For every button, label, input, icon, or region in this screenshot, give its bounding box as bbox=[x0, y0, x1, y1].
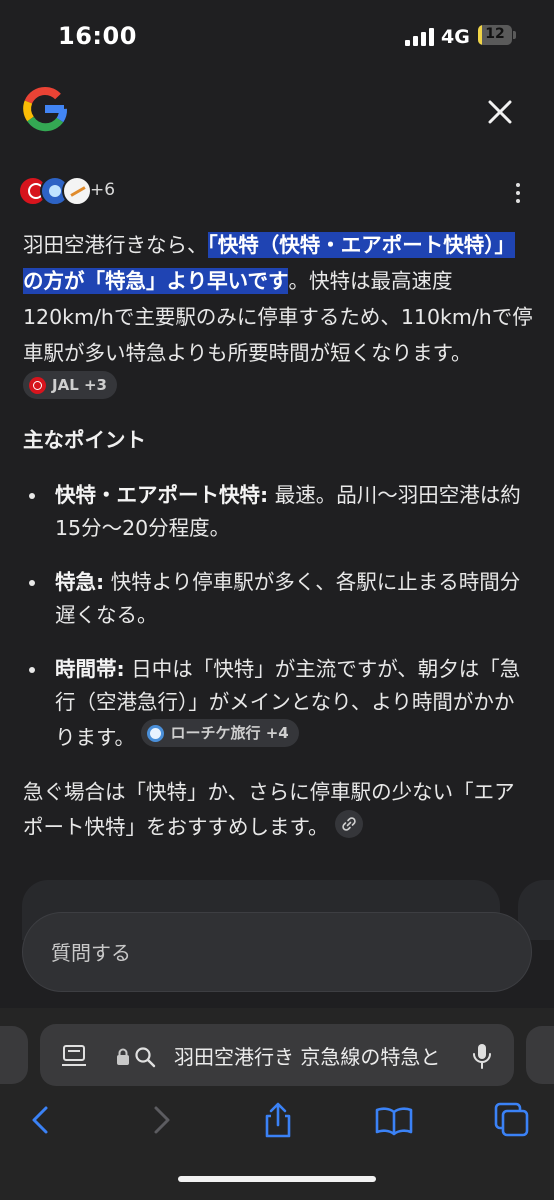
sources-more-count: +6 bbox=[90, 180, 116, 200]
tabs-icon bbox=[494, 1102, 529, 1137]
citation-label: JAL +3 bbox=[52, 376, 107, 394]
battery-level: 12 bbox=[485, 26, 505, 42]
closing-text: 急ぐ場合は「快特」か、さらに停車駅の少ない「エアポート快特」をおすすめします。 bbox=[23, 780, 515, 839]
list-item: 時間帯: 日中は「快特」が主流ですが、朝夕は「急行（空港急行）」がメインとなり、… bbox=[23, 653, 533, 755]
point-label: 特急: bbox=[55, 570, 105, 594]
forward-icon bbox=[154, 1106, 170, 1134]
link-icon bbox=[342, 817, 356, 831]
network-label: 4G bbox=[441, 26, 470, 48]
link-chip[interactable] bbox=[334, 810, 363, 838]
citation-chip-rochike[interactable]: ローチケ旅行 +4 bbox=[141, 719, 299, 747]
address-bar[interactable]: 羽田空港行き 京急線の特急と bbox=[40, 1024, 514, 1086]
citation-label: ローチケ旅行 +4 bbox=[170, 724, 289, 742]
citation-chip-jal[interactable]: JAL +3 bbox=[23, 371, 117, 399]
battery-tip bbox=[513, 31, 516, 39]
point-label: 快特・エアポート快特: bbox=[55, 483, 269, 507]
battery-icon: 12 bbox=[478, 25, 512, 45]
mic-icon[interactable] bbox=[472, 1042, 492, 1070]
point-label: 時間帯: bbox=[55, 657, 125, 681]
next-tab[interactable] bbox=[526, 1026, 554, 1084]
back-button[interactable] bbox=[22, 1100, 62, 1140]
more-vert-icon[interactable] bbox=[506, 180, 530, 206]
close-button[interactable] bbox=[480, 92, 520, 132]
address-text: 羽田空港行き 京急線の特急と bbox=[174, 1045, 441, 1069]
bookmarks-button[interactable] bbox=[374, 1100, 414, 1140]
ask-box[interactable] bbox=[22, 912, 532, 992]
list-item: 快特・エアポート快特: 最速。品川〜羽田空港は約15分〜20分程度。 bbox=[23, 479, 533, 545]
site-icon bbox=[147, 724, 165, 742]
back-icon bbox=[32, 1106, 48, 1134]
jal-icon bbox=[29, 376, 46, 394]
previous-tab[interactable] bbox=[0, 1026, 28, 1084]
status-time: 16:00 bbox=[58, 22, 137, 50]
list-item: 特急: 快特より停車駅が多く、各駅に止まる時間分遅くなる。 bbox=[23, 566, 533, 632]
closing-paragraph: 急ぐ場合は「快特」か、さらに停車駅の少ない「エアポート快特」をおすすめします。 bbox=[23, 775, 533, 845]
lock-icon bbox=[117, 1048, 129, 1065]
signal-icon bbox=[405, 28, 435, 46]
search-icon bbox=[135, 1047, 156, 1068]
bookmarks-icon bbox=[375, 1107, 413, 1136]
answer-paragraph: 羽田空港行きなら、「快特（快特・エアポート快特）」の方が「特急」より早いです。快… bbox=[23, 227, 533, 408]
status-bar: 16:00 4G 12 bbox=[0, 0, 554, 72]
google-g-logo bbox=[22, 86, 68, 132]
site-icon bbox=[62, 176, 92, 206]
section-title: 主なポイント bbox=[23, 428, 146, 452]
home-indicator bbox=[178, 1176, 376, 1182]
share-icon bbox=[265, 1102, 291, 1138]
close-icon bbox=[488, 100, 512, 124]
source-icons[interactable]: +6 bbox=[18, 176, 138, 208]
share-button[interactable] bbox=[258, 1100, 298, 1140]
forward-button[interactable] bbox=[140, 1100, 180, 1140]
points-list: 快特・エアポート快特: 最速。品川〜羽田空港は約15分〜20分程度。 特急: 快… bbox=[23, 479, 533, 776]
answer-intro: 羽田空港行きなら、 bbox=[23, 233, 208, 257]
browser-toolbar: 羽田空港行き 京急線の特急と bbox=[0, 1008, 554, 1200]
point-text: 快特より停車駅が多く、各駅に止まる時間分遅くなる。 bbox=[55, 570, 521, 627]
reader-icon[interactable] bbox=[62, 1044, 88, 1068]
tabs-button[interactable] bbox=[492, 1100, 532, 1140]
ask-input[interactable] bbox=[51, 935, 491, 971]
